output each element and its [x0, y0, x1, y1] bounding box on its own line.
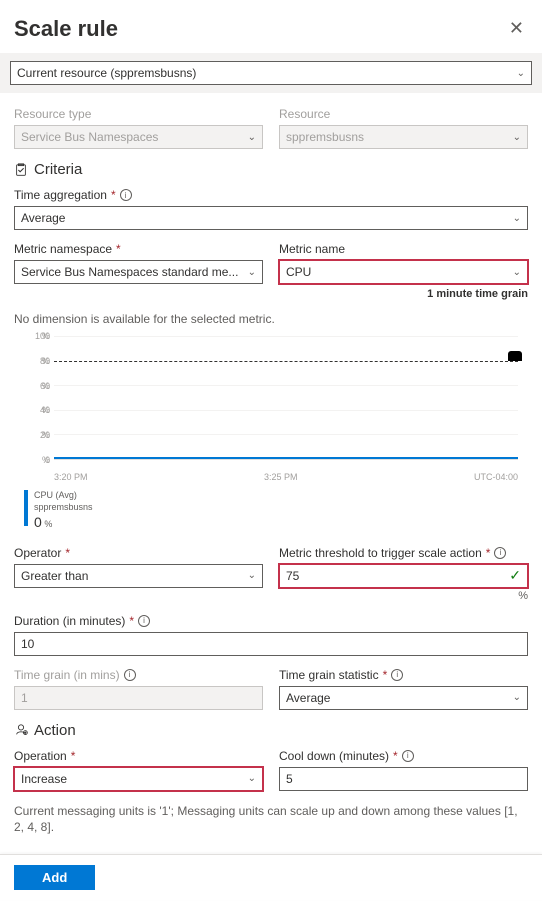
legend-series-value: 0 [34, 514, 42, 530]
chevron-down-icon: ⌄ [248, 132, 256, 143]
duration-label: Duration (in minutes) [14, 614, 125, 628]
operator-value: Greater than [21, 569, 88, 583]
info-icon[interactable]: i [402, 750, 414, 762]
close-icon[interactable]: ✕ [505, 14, 528, 43]
resource-selector-value: Current resource (sppremsbusns) [17, 66, 196, 80]
chevron-down-icon: ⌄ [513, 213, 521, 224]
required-indicator: * [383, 668, 388, 682]
criteria-icon [14, 163, 28, 177]
time-aggregation-value: Average [21, 211, 65, 225]
time-aggregation-select[interactable]: Average ⌄ [14, 206, 528, 230]
required-indicator: * [111, 188, 116, 202]
chevron-down-icon: ⌄ [248, 267, 256, 278]
time-grain-stat-select[interactable]: Average ⌄ [279, 686, 528, 710]
threshold-value: 75 [286, 569, 299, 583]
metric-name-label: Metric name [279, 242, 345, 256]
threshold-label: Metric threshold to trigger scale action [279, 546, 482, 560]
info-icon[interactable]: i [124, 669, 136, 681]
metric-name-select[interactable]: CPU ⌄ [279, 260, 528, 284]
legend-series-resource: sppremsbusns [34, 502, 93, 514]
required-indicator: * [393, 749, 398, 763]
required-indicator: * [129, 614, 134, 628]
info-icon[interactable]: i [494, 547, 506, 559]
operation-label: Operation [14, 749, 67, 763]
resource-type-select: Service Bus Namespaces ⌄ [14, 125, 263, 149]
threshold-unit: % [279, 590, 528, 602]
units-note: Current messaging units is '1'; Messagin… [14, 803, 528, 837]
legend-series-name: CPU (Avg) [34, 490, 93, 502]
time-grain-stat-value: Average [286, 691, 330, 705]
resource-type-value: Service Bus Namespaces [21, 130, 158, 144]
operation-value: Increase [21, 772, 67, 786]
operator-label: Operator [14, 546, 61, 560]
chevron-down-icon: ⌄ [248, 570, 256, 581]
xtick: 3:25 PM [264, 472, 298, 482]
panel-title: Scale rule [14, 16, 118, 42]
required-indicator: * [65, 546, 70, 560]
criteria-title: Criteria [34, 161, 82, 178]
info-icon[interactable]: i [120, 189, 132, 201]
legend-color [24, 490, 28, 526]
action-title: Action [34, 722, 76, 739]
time-grain-mins-label: Time grain (in mins) [14, 668, 120, 682]
required-indicator: * [116, 242, 121, 256]
time-grain-note: 1 minute time grain [279, 288, 528, 300]
check-icon: ✓ [509, 567, 521, 584]
cooldown-value: 5 [286, 772, 293, 786]
required-indicator: * [486, 546, 491, 560]
metric-namespace-label: Metric namespace [14, 242, 112, 256]
xtick: 3:20 PM [54, 472, 88, 482]
time-grain-mins-value: 1 [21, 691, 28, 705]
no-dimension-msg: No dimension is available for the select… [14, 312, 528, 326]
cooldown-label: Cool down (minutes) [279, 749, 389, 763]
required-indicator: * [71, 749, 76, 763]
info-icon[interactable]: i [391, 669, 403, 681]
time-grain-stat-label: Time grain statistic [279, 668, 379, 682]
threshold-marker [508, 351, 522, 361]
time-aggregation-label: Time aggregation [14, 188, 107, 202]
threshold-input[interactable]: 75 ✓ [279, 564, 528, 588]
resource-label: Resource [279, 107, 528, 121]
chevron-down-icon: ⌄ [513, 132, 521, 143]
duration-input[interactable]: 10 [14, 632, 528, 656]
chevron-down-icon: ⌄ [513, 267, 521, 278]
metric-namespace-value: Service Bus Namespaces standard me... [21, 265, 238, 279]
info-icon[interactable]: i [138, 615, 150, 627]
xtick: UTC-04:00 [474, 472, 518, 482]
operator-select[interactable]: Greater than ⌄ [14, 564, 263, 588]
resource-selector[interactable]: Current resource (sppremsbusns) ⌄ [10, 61, 532, 85]
chevron-down-icon: ⌄ [248, 773, 256, 784]
resource-select: sppremsbusns ⌄ [279, 125, 528, 149]
resource-value: sppremsbusns [286, 130, 364, 144]
metric-name-value: CPU [286, 265, 311, 279]
duration-value: 10 [21, 637, 34, 651]
chevron-down-icon: ⌄ [513, 692, 521, 703]
operation-select[interactable]: Increase ⌄ [14, 767, 263, 791]
chevron-down-icon: ⌄ [517, 68, 525, 79]
cooldown-input[interactable]: 5 [279, 767, 528, 791]
metric-chart: 100% 80% 60% 40% 20% 0% [24, 336, 518, 466]
series-line [54, 457, 518, 459]
add-button[interactable]: Add [14, 865, 95, 890]
metric-namespace-select[interactable]: Service Bus Namespaces standard me... ⌄ [14, 260, 263, 284]
time-grain-mins-input: 1 [14, 686, 263, 710]
action-icon [14, 723, 28, 737]
resource-type-label: Resource type [14, 107, 263, 121]
